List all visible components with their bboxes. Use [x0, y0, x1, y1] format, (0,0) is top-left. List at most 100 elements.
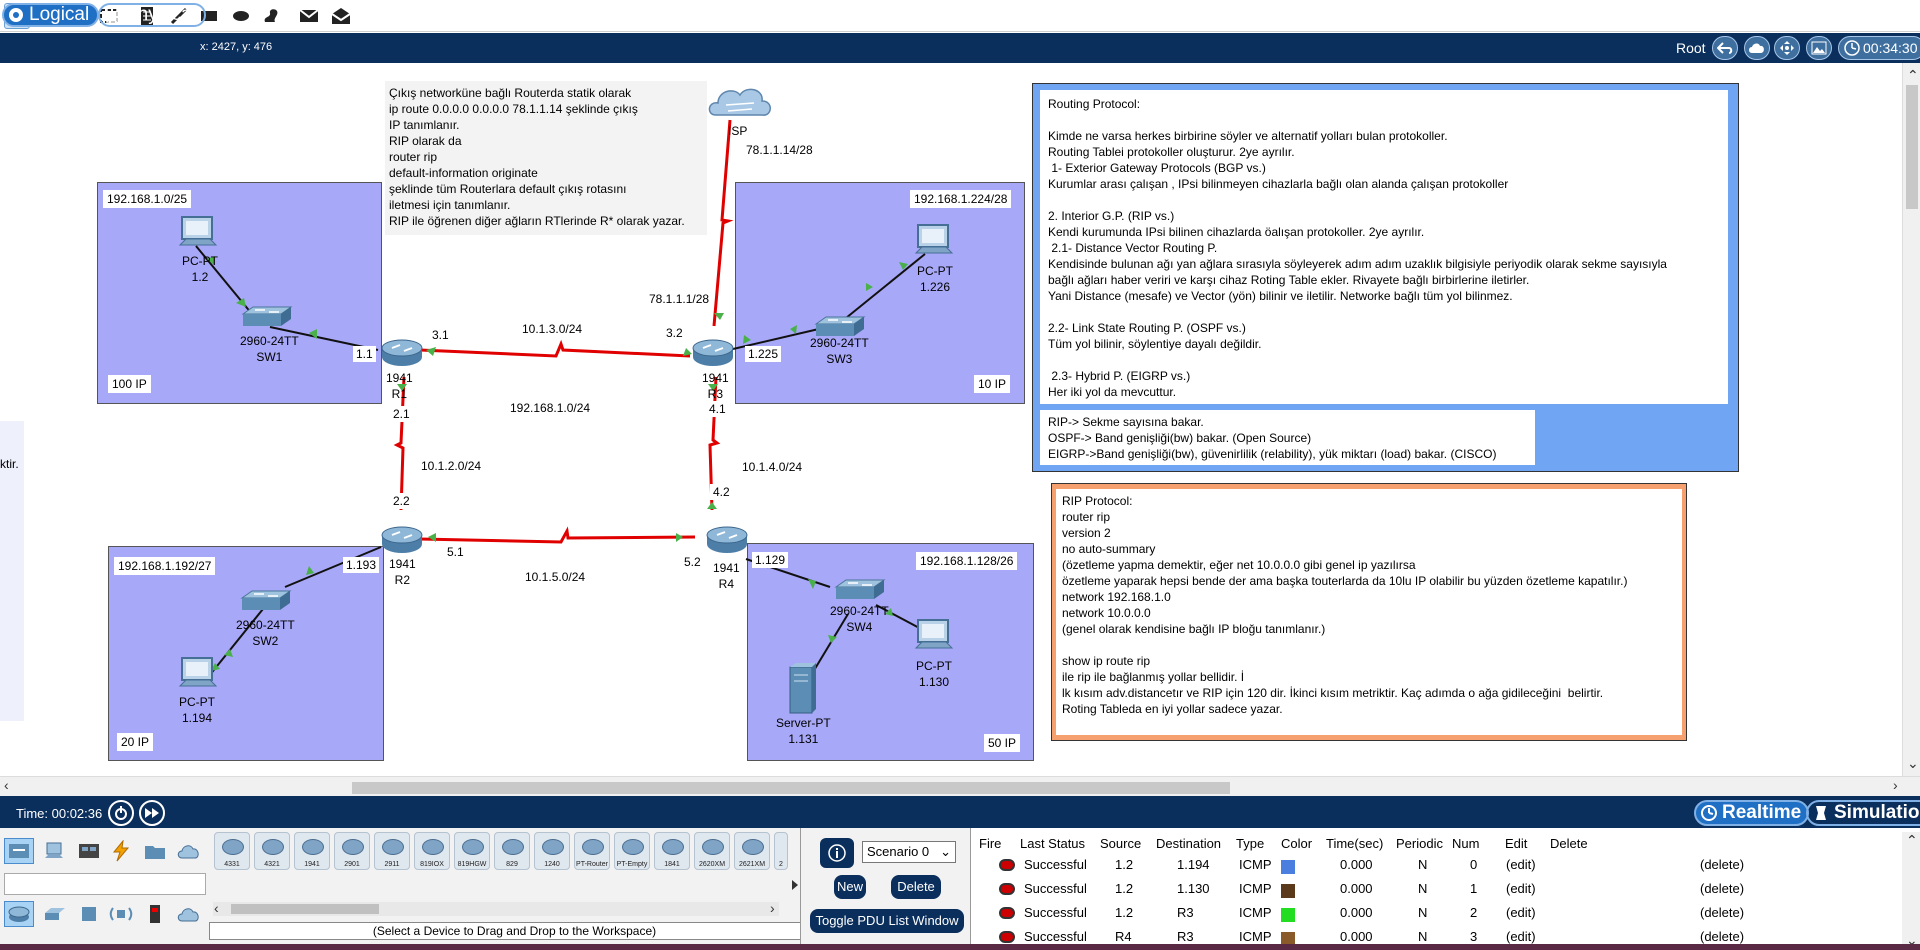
simple-pdu-icon[interactable] — [296, 3, 322, 29]
device-search-input[interactable] — [4, 873, 206, 895]
fire-pdu-icon[interactable] — [999, 859, 1015, 871]
info-icon[interactable] — [820, 838, 854, 868]
power-cycle-icon[interactable] — [108, 800, 134, 826]
tab-realtime[interactable]: Realtime — [1694, 800, 1810, 826]
device-model[interactable]: PT-Router — [574, 832, 610, 870]
device-model[interactable]: 1841 — [654, 832, 690, 870]
device-model[interactable]: 819HGW — [454, 832, 490, 870]
pdu-cell-edit[interactable]: (edit) — [1506, 857, 1536, 872]
network-devices-icon[interactable] — [4, 838, 34, 864]
connections-icon[interactable] — [106, 838, 136, 864]
pdu-cell-edit[interactable]: (edit) — [1506, 905, 1536, 920]
security-icon[interactable] — [140, 901, 170, 927]
pc-1-2[interactable] — [178, 215, 218, 254]
move-object-icon[interactable] — [1774, 36, 1800, 60]
scroll-up-icon[interactable]: ⌃ — [1906, 832, 1918, 849]
static-route-note-line: RIP olarak da — [389, 134, 462, 148]
tab-logical[interactable]: Logical — [2, 3, 100, 27]
model-scroll-right-icon[interactable]: › — [770, 900, 775, 916]
device-model[interactable]: 829 — [494, 832, 530, 870]
background-icon[interactable] — [1806, 36, 1832, 60]
routers-icon[interactable] — [4, 901, 34, 927]
tab-simulation[interactable]: Simulation — [1806, 800, 1920, 826]
pdu-cell-delete[interactable]: (delete) — [1700, 857, 1744, 872]
if-r4-lan: 1.129 — [752, 552, 789, 568]
tab-physical[interactable]: Physical — [98, 3, 206, 27]
switch-icon — [834, 579, 886, 599]
misc-icon[interactable] — [140, 838, 170, 864]
end-devices-icon[interactable] — [40, 838, 70, 864]
pdu-cell-delete[interactable]: (delete) — [1700, 905, 1744, 920]
scroll-thumb[interactable] — [352, 782, 1230, 794]
time-bar — [0, 796, 1920, 828]
device-model[interactable]: 1941 — [294, 832, 330, 870]
scenario-select[interactable]: Scenario 0 ⌄ — [862, 841, 956, 863]
device-model[interactable]: PT-Empty — [614, 832, 650, 870]
model-list-scrollbar[interactable] — [213, 902, 779, 916]
ellipse-icon[interactable] — [228, 3, 254, 29]
scroll-thumb[interactable] — [1906, 85, 1918, 209]
freeform-icon[interactable] — [258, 3, 284, 29]
note-static-route[interactable]: Çıkış networküne bağlı Routerda statik o… — [385, 81, 707, 235]
model-scroll-left-icon[interactable]: ‹ — [214, 900, 219, 916]
link-light — [306, 566, 314, 575]
workspace-vertical-scrollbar[interactable]: ⌃ ⌄ — [1902, 63, 1920, 776]
cluster-icon[interactable] — [1744, 36, 1770, 60]
device-model[interactable]: 2901 — [334, 832, 370, 870]
pdu-cell-delete[interactable]: (delete) — [1700, 881, 1744, 896]
delete-scenario-button[interactable]: Delete — [891, 875, 941, 899]
new-scenario-button[interactable]: New — [834, 875, 866, 899]
back-icon[interactable] — [1712, 36, 1738, 60]
pc-1-130[interactable] — [914, 618, 954, 657]
workspace-horizontal-scrollbar[interactable]: ‹ › — [0, 776, 1920, 796]
complex-pdu-icon[interactable] — [328, 3, 354, 29]
router-r1[interactable] — [380, 338, 424, 373]
device-model[interactable]: 4331 — [214, 832, 250, 870]
switches-icon[interactable] — [40, 901, 70, 927]
pdu-cell-edit[interactable]: (edit) — [1506, 929, 1536, 944]
wireless-icon[interactable] — [106, 901, 136, 927]
logical-workspace[interactable]: ktir. 192.168.1.0/25 100 IP 192.168.1.22… — [0, 63, 1902, 776]
device-model[interactable]: 2911 — [374, 832, 410, 870]
device-model[interactable]: 2621XM — [734, 832, 770, 870]
device-model[interactable]: 2620XM — [694, 832, 730, 870]
note-rip-protocol-body: RIP Protocol: router rip version 2 no auto-… — [1056, 489, 1682, 735]
panel-collapse-icon[interactable] — [791, 878, 799, 890]
wan-emulation-icon[interactable] — [174, 901, 204, 927]
fire-pdu-icon[interactable] — [999, 931, 1015, 943]
router-r2[interactable] — [380, 525, 424, 560]
simulation-icon — [1816, 806, 1826, 820]
scroll-left-icon[interactable]: ‹ — [4, 777, 9, 793]
fire-pdu-icon[interactable] — [999, 907, 1015, 919]
multiuser-icon[interactable] — [174, 838, 204, 864]
router-r3[interactable] — [691, 338, 735, 373]
scroll-down-icon[interactable]: ⌄ — [1907, 755, 1919, 772]
pdu-cell-delete[interactable]: (delete) — [1700, 929, 1744, 944]
switch-sw2[interactable] — [240, 590, 292, 617]
pdu-cell-source: R4 — [1115, 929, 1132, 944]
pdu-scrollbar[interactable]: ⌃ ⌄ — [1902, 832, 1920, 950]
components-icon[interactable] — [74, 838, 104, 864]
pdu-cell-edit[interactable]: (edit) — [1506, 881, 1536, 896]
pdu-cell-destination: 1.130 — [1177, 881, 1210, 896]
scroll-up-icon[interactable]: ⌃ — [1907, 67, 1919, 84]
device-model[interactable]: 1240 — [534, 832, 570, 870]
pc-1-226[interactable] — [914, 223, 954, 262]
device-model[interactable]: 2 — [774, 832, 788, 870]
device-model[interactable]: 4321 — [254, 832, 290, 870]
switch-sw4[interactable] — [834, 579, 886, 606]
pdu-cell-destination: R3 — [1177, 905, 1194, 920]
scroll-right-icon[interactable]: › — [1893, 777, 1898, 793]
fast-forward-icon[interactable] — [139, 800, 165, 826]
device-model[interactable]: 819IOX — [414, 832, 450, 870]
scroll-thumb[interactable] — [231, 904, 379, 914]
switch-sw1[interactable] — [241, 306, 293, 333]
server-1-131[interactable] — [788, 663, 818, 720]
pc-1-194[interactable] — [178, 656, 218, 695]
router-r4[interactable] — [705, 525, 749, 560]
toggle-pdu-list-button[interactable]: Toggle PDU List Window — [810, 909, 964, 933]
hubs-icon[interactable] — [74, 901, 104, 927]
mode-bar — [0, 33, 1920, 63]
fire-pdu-icon[interactable] — [999, 883, 1015, 895]
isp-cloud[interactable] — [706, 83, 774, 128]
